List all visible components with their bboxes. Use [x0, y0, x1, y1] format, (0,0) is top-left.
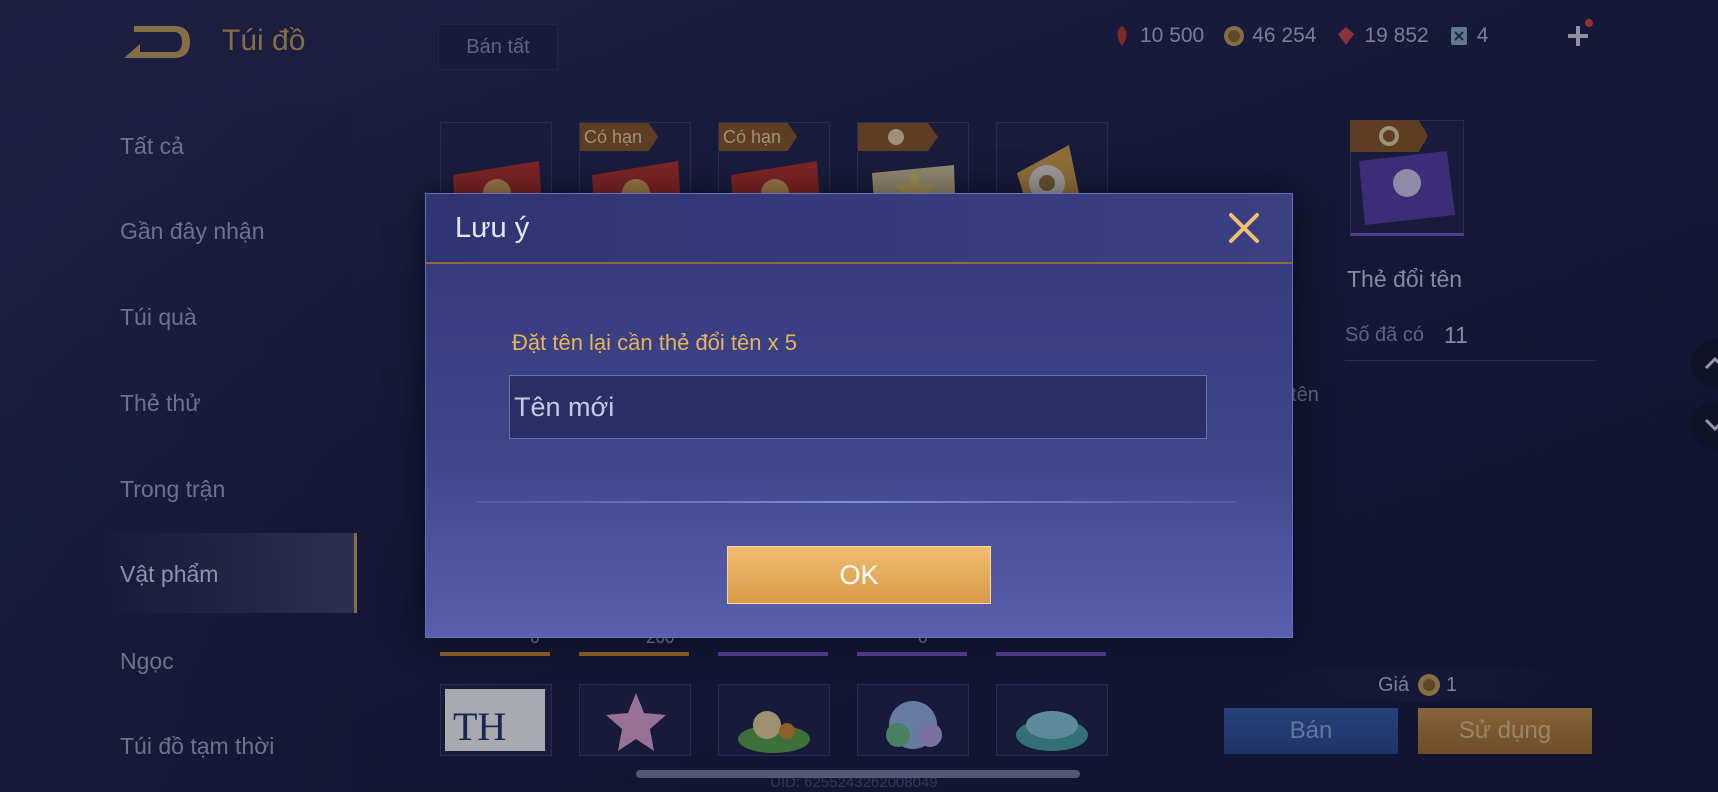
- dialog-divider: [477, 501, 1237, 503]
- rename-dialog: Lưu ý Đặt tên lại cần thẻ đổi tên x 5 OK: [425, 193, 1293, 638]
- new-name-input[interactable]: [509, 375, 1207, 439]
- dialog-header: Lưu ý: [426, 194, 1292, 264]
- close-icon[interactable]: [1226, 210, 1262, 246]
- ok-button[interactable]: OK: [727, 546, 991, 604]
- dialog-message: Đặt tên lại cần thẻ đổi tên x 5: [512, 330, 797, 355]
- dialog-title: Lưu ý: [455, 212, 530, 244]
